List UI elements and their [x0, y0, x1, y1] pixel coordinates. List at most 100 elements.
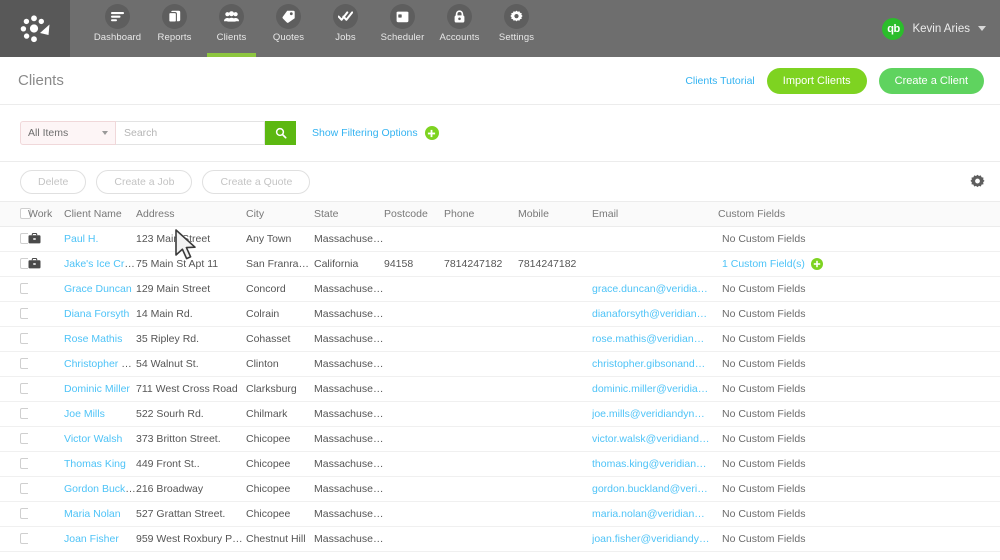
search-button[interactable] — [265, 121, 296, 145]
nav-label-jobs: Jobs — [335, 32, 356, 43]
client-name-link[interactable]: Dominic Miller — [64, 383, 130, 395]
row-checkbox[interactable] — [20, 433, 28, 445]
nav-item-reports[interactable]: Reports — [146, 0, 203, 57]
row-checkbox[interactable] — [20, 408, 28, 420]
postcode-cell — [384, 301, 444, 327]
row-checkbox[interactable] — [20, 358, 28, 370]
table-row[interactable]: Gordon Buckl… 216 Broadway Chicopee Massach… — [0, 476, 1000, 502]
custom-fields-link[interactable]: 1 Custom Field(s) — [718, 258, 805, 270]
row-checkbox[interactable] — [20, 533, 28, 545]
client-name-cell: Paul H. — [64, 226, 136, 252]
row-checkbox[interactable] — [20, 483, 28, 495]
column-address[interactable]: Address — [136, 202, 246, 227]
client-name-link[interactable]: Victor Walsh — [64, 433, 122, 445]
show-filtering-options-link[interactable]: Show Filtering Options — [312, 127, 418, 139]
email-link[interactable]: thomas.king@veridiandyna… — [592, 458, 718, 470]
row-checkbox[interactable] — [20, 333, 28, 345]
create-a-quote-button[interactable]: Create a Quote — [202, 169, 311, 194]
table-row[interactable]: Joan Fisher 959 West Roxbury ParkwayChest… — [0, 526, 1000, 552]
table-row[interactable]: Victor Walsh 373 Britton Street. Chicopee M… — [0, 426, 1000, 452]
email-link[interactable]: gordon.buckland@veridian… — [592, 483, 718, 495]
table-settings-gear-button[interactable] — [968, 173, 986, 191]
clients-table: Work Client Name Address City State Post… — [0, 202, 1000, 552]
email-link[interactable]: rose.mathis@veridiandyn.… — [592, 333, 718, 345]
row-select-cell — [0, 351, 28, 377]
table-row[interactable]: Thomas King 449 Front St.. Chicopee Massach… — [0, 451, 1000, 477]
client-name-link[interactable]: Gordon Buckl… — [64, 483, 136, 495]
column-postcode[interactable]: Postcode — [384, 202, 444, 227]
nav-item-scheduler[interactable]: Scheduler — [374, 0, 431, 57]
client-name-link[interactable]: Thomas King — [64, 458, 126, 470]
email-link[interactable]: joe.mills@veridiandynamic… — [592, 408, 718, 420]
table-row[interactable]: Grace Duncan 129 Main Street Concord Massac… — [0, 276, 1000, 302]
table-row[interactable]: Maria Nolan 527 Grattan Street. Chicopee Ma… — [0, 501, 1000, 527]
row-checkbox[interactable] — [20, 233, 28, 245]
mobile-cell — [518, 351, 592, 377]
client-name-link[interactable]: Joe Mills — [64, 408, 105, 420]
filter-type-select[interactable]: All Items — [20, 121, 116, 145]
column-state[interactable]: State — [314, 202, 384, 227]
state-cell: Massachusetts — [314, 301, 384, 327]
row-checkbox[interactable] — [20, 508, 28, 520]
table-row[interactable]: Rose Mathis 35 Ripley Rd. Cohasset Massachu… — [0, 326, 1000, 352]
work-cell — [28, 226, 64, 252]
nav-item-dashboard[interactable]: Dashboard — [89, 0, 146, 57]
user-menu[interactable]: qb Kevin Aries — [882, 0, 986, 57]
page-header-actions: Clients Tutorial Import Clients Create a… — [685, 67, 984, 94]
address-cell: 54 Walnut St. — [136, 351, 246, 377]
work-cell — [28, 351, 64, 377]
table-row[interactable]: Joe Mills 522 Sourh Rd. Chilmark Massachuse… — [0, 401, 1000, 427]
row-checkbox[interactable] — [20, 458, 28, 470]
state-cell: Massachusetts — [314, 276, 384, 302]
client-name-link[interactable]: Joan Fisher — [64, 533, 119, 545]
nav-item-clients[interactable]: Clients — [203, 0, 260, 57]
column-client-name[interactable]: Client Name — [64, 202, 136, 227]
email-link[interactable]: victor.walsk@veridiandyn.a… — [592, 433, 718, 445]
column-city[interactable]: City — [246, 202, 314, 227]
app-logo[interactable] — [0, 0, 70, 57]
client-name-link[interactable]: Paul H. — [64, 233, 98, 245]
row-select-cell — [0, 376, 28, 402]
chevron-down-icon[interactable] — [978, 26, 986, 31]
email-link[interactable]: christopher.gibsonandyn.… — [592, 358, 718, 370]
column-email[interactable]: Email — [592, 202, 718, 227]
email-link[interactable]: joan.fisher@veridiandynam… — [592, 533, 718, 545]
table-row[interactable]: Dominic Miller 711 West Cross Road Clarksb… — [0, 376, 1000, 402]
state-cell: Massachusetts — [314, 351, 384, 377]
table-row[interactable]: Paul H. 123 Main Street Any Town Massachuse… — [0, 226, 1000, 252]
search-input[interactable] — [116, 121, 265, 145]
client-name-link[interactable]: Diana Forsyth — [64, 308, 129, 320]
row-checkbox[interactable] — [20, 383, 28, 395]
table-row[interactable]: Jake's Ice Cream…75 Main St Apt 11San Fr… — [0, 251, 1000, 277]
row-checkbox[interactable] — [20, 258, 28, 270]
nav-item-settings[interactable]: Settings — [488, 0, 545, 57]
table-row[interactable]: Diana Forsyth 14 Main Rd. Colrain Massachus… — [0, 301, 1000, 327]
nav-item-accounts[interactable]: Accounts — [431, 0, 488, 57]
add-custom-field-button[interactable] — [810, 257, 823, 270]
column-mobile[interactable]: Mobile — [518, 202, 592, 227]
column-work[interactable]: Work — [28, 202, 64, 227]
row-checkbox[interactable] — [20, 283, 28, 295]
column-custom-fields[interactable]: Custom Fields — [718, 202, 1000, 227]
email-link[interactable]: dianaforsyth@veridiandyn.… — [592, 308, 718, 320]
client-name-link[interactable]: Maria Nolan — [64, 508, 121, 520]
client-name-link[interactable]: Grace Duncan — [64, 283, 132, 295]
create-a-job-button[interactable]: Create a Job — [96, 169, 193, 194]
table-row[interactable]: Christopher G… 54 Walnut St. Clinton Massac… — [0, 351, 1000, 377]
email-link[interactable]: maria.nolan@veridiandyn.… — [592, 508, 718, 520]
client-name-link[interactable]: Rose Mathis — [64, 333, 122, 345]
client-name-link[interactable]: Jake's Ice Cream… — [64, 258, 136, 270]
column-phone[interactable]: Phone — [444, 202, 518, 227]
email-link[interactable]: dominic.miller@veridiandy… — [592, 383, 718, 395]
add-filter-button[interactable] — [424, 126, 439, 140]
client-name-link[interactable]: Christopher G… — [64, 358, 136, 370]
row-checkbox[interactable] — [20, 308, 28, 320]
create-a-client-button[interactable]: Create a Client — [878, 67, 984, 94]
nav-item-jobs[interactable]: Jobs — [317, 0, 374, 57]
work-cell — [28, 426, 64, 452]
import-clients-button[interactable]: Import Clients — [766, 67, 867, 94]
clients-tutorial-link[interactable]: Clients Tutorial — [685, 75, 754, 87]
delete-button[interactable]: Delete — [20, 169, 87, 194]
nav-item-quotes[interactable]: Quotes — [260, 0, 317, 57]
email-link[interactable]: grace.duncan@veridiandyn… — [592, 283, 718, 295]
